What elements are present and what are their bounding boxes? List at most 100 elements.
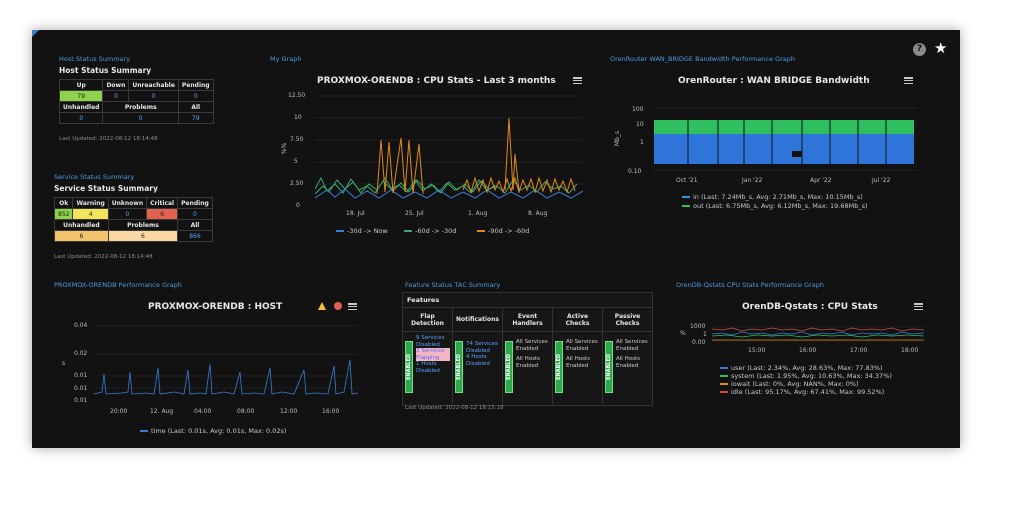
x-tick: 12. Aug [150, 408, 174, 415]
service-problems-count[interactable]: 6 [107, 230, 179, 242]
legend-label: user (Last: 2.34%, Avg: 28.63%, Max: 77.… [731, 364, 883, 372]
y-tick: 100 [632, 106, 644, 113]
warning-triangle-icon[interactable] [318, 302, 326, 310]
host-down-count[interactable]: 0 [102, 90, 130, 102]
feature-flap-detection: Flap Detection ENABLED 9 Services Disabl… [403, 308, 453, 404]
legend-label: system (Last: 1.95%, Avg: 10.63%, Max: 3… [731, 372, 892, 380]
col-unknown: Unknown [107, 197, 148, 209]
service-unhandled-count[interactable]: 6 [54, 230, 109, 242]
enabled-badge[interactable]: ENABLED [455, 341, 463, 393]
feature-link[interactable]: 1 Hosts Disabled [416, 361, 450, 374]
enabled-badge[interactable]: ENABLED [605, 341, 613, 393]
feature-link[interactable]: 3 Services Flapping [416, 348, 450, 362]
menu-icon[interactable] [348, 303, 357, 311]
legend-label: idle (Last: 95.17%, Avg: 67.41%, Max: 99… [731, 388, 885, 396]
y-tick: 10 [636, 121, 644, 128]
col-ok: Ok [53, 197, 74, 209]
menu-icon[interactable] [914, 303, 923, 311]
feature-link[interactable]: 4 Hosts Disabled [466, 354, 500, 367]
col-all: All [177, 101, 214, 113]
dashboard-screen: ? ★ Host Status Summary Host Status Summ… [32, 30, 960, 448]
col-problems: Problems [107, 219, 179, 231]
host-graph-dashlet-title[interactable]: PROXMOX-ORENDB Performance Graph [54, 281, 182, 289]
service-unknown-count[interactable]: 0 [107, 208, 148, 220]
cpu-legend-item[interactable]: -90d -> -60d [477, 227, 529, 235]
feature-column-label: Passive Checks [603, 308, 652, 332]
cpu-plot [315, 95, 583, 199]
host-pending-count[interactable]: 0 [177, 90, 214, 102]
service-status-table: Ok Warning Unknown Critical Pending 852 … [53, 197, 213, 242]
feature-column-label: Notifications [453, 308, 502, 332]
x-tick: 08:00 [237, 408, 255, 415]
legend-label: iowait (Last: 0%, Avg: NAN%, Max: 0%) [731, 380, 859, 388]
x-tick: Oct '21 [676, 177, 698, 184]
host-status-dashlet-title[interactable]: Host Status Summary [59, 55, 130, 63]
feature-column-label: Flap Detection [403, 308, 452, 332]
cpu-legend-item[interactable]: -60d -> -30d [404, 227, 456, 235]
service-status-updated: Last Updated: 2022-08-12 18:14:48 [54, 254, 153, 260]
legend-label: -90d -> -60d [488, 227, 530, 235]
service-warning-count[interactable]: 4 [72, 208, 109, 220]
host-all-count[interactable]: 79 [177, 112, 214, 124]
enabled-badge[interactable]: ENABLED [505, 341, 513, 393]
y-tick: 10 [294, 114, 302, 121]
y-tick: 0 [296, 202, 300, 209]
host-unhandled-count[interactable]: 0 [58, 112, 104, 124]
qstats-plot [712, 326, 924, 342]
service-critical-count[interactable]: 6 [146, 208, 179, 220]
y-tick: 2.50 [290, 180, 304, 187]
qstats-legend-item[interactable]: idle (Last: 95.17%, Avg: 67.41%, Max: 99… [720, 388, 884, 396]
wan-in-area [654, 132, 914, 164]
wan-legend-item[interactable]: out (Last: 6.75Mb_s, Avg: 6.12Mb_s, Max:… [682, 202, 868, 210]
qstats-legend-item[interactable]: iowait (Last: 0%, Avg: NAN%, Max: 0%) [720, 380, 859, 388]
x-tick: 25. Jul [405, 210, 424, 217]
enabled-badge[interactable]: ENABLED [555, 341, 563, 393]
service-status-dashlet-title[interactable]: Service Status Summary [54, 173, 134, 181]
service-ok-count[interactable]: 852 [53, 208, 74, 220]
host-unreachable-count[interactable]: 0 [128, 90, 179, 102]
feature-link[interactable]: 9 Services Disabled [416, 335, 450, 348]
host-time-series [94, 359, 358, 395]
host-problems-count[interactable]: 0 [102, 112, 179, 124]
star-icon[interactable]: ★ [934, 41, 947, 56]
feature-column-label: Active Checks [553, 308, 602, 332]
legend-label: in (Last: 7.24Mb_s, Avg: 2.71Mb_s, Max: … [693, 193, 863, 201]
enabled-badge[interactable]: ENABLED [405, 341, 413, 393]
y-tick: 1 [703, 331, 707, 338]
cpu-legend-item[interactable]: -30d -> Now [336, 227, 388, 235]
feature-status-updated: Last Updated: 2022-08-12 18:15:18 [405, 405, 504, 411]
qstats-legend-item[interactable]: system (Last: 1.95%, Avg: 10.63%, Max: 3… [720, 372, 892, 380]
y-tick: 7.50 [290, 136, 304, 143]
y-tick: 0.10 [628, 168, 642, 175]
feature-link[interactable]: 74 Services Disabled [466, 341, 500, 354]
x-tick: 18. Jul [346, 210, 365, 217]
wan-out-area [654, 120, 914, 134]
wan-plot [652, 107, 917, 171]
x-tick: 17:00 [850, 347, 868, 354]
x-tick: 15:00 [748, 347, 766, 354]
menu-icon[interactable] [904, 77, 913, 85]
question-circle-icon[interactable]: ? [913, 43, 926, 56]
feature-status-dashlet-title[interactable]: Feature Status TAC Summary [405, 281, 500, 289]
host-up-count[interactable]: 79 [58, 90, 104, 102]
qstats-graph-dashlet-title[interactable]: OrenDB-Qstats CPU Stats Performance Grap… [676, 281, 824, 289]
alert-circle-icon[interactable] [334, 302, 342, 310]
wan-legend-item[interactable]: in (Last: 7.24Mb_s, Avg: 2.71Mb_s, Max: … [682, 193, 863, 201]
cpu-ylabel: %% [281, 142, 289, 155]
service-pending-count[interactable]: 0 [177, 208, 213, 220]
host-status-table: Up Down Unreachable Pending 79 0 0 0 Unh… [58, 79, 214, 124]
host-status-heading: Host Status Summary [59, 66, 152, 75]
service-all-count[interactable]: 866 [177, 230, 213, 242]
menu-icon[interactable] [573, 77, 582, 85]
legend-label: time (Last: 0.01s, Avg: 0.01s, Max: 0.02… [151, 427, 287, 435]
cpu-graph-title: PROXMOX-ORENDB : CPU Stats - Last 3 mont… [317, 76, 556, 86]
host-legend-item[interactable]: time (Last: 0.01s, Avg: 0.01s, Max: 0.02… [140, 427, 286, 435]
qstats-legend-item[interactable]: user (Last: 2.34%, Avg: 28.63%, Max: 77.… [720, 364, 883, 372]
feature-active-checks: Active Checks ENABLED All Services Enabl… [553, 308, 603, 404]
x-tick: 1. Aug [468, 210, 488, 217]
corner-marker [32, 30, 39, 37]
qstats-graph-title: OrenDB-Qstats : CPU Stats [742, 302, 878, 312]
cpu-graph-dashlet-title[interactable]: My Graph [270, 55, 301, 63]
legend-label: -30d -> Now [347, 227, 388, 235]
wan-graph-dashlet-title[interactable]: OrenRouter WAN_BRIDGE Bandwidth Performa… [610, 55, 795, 63]
